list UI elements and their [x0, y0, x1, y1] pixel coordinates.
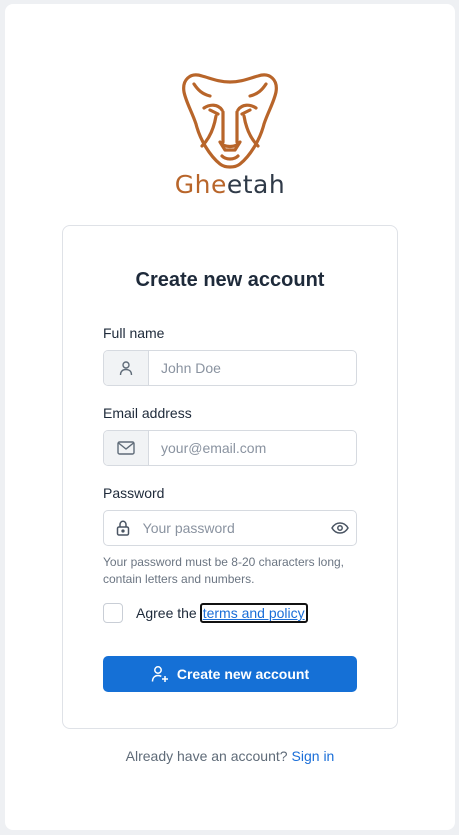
eye-icon[interactable] [330, 522, 349, 534]
user-icon [119, 361, 133, 376]
terms-checkbox[interactable] [103, 603, 123, 623]
page: Gheetah Create new account Full name Ema… [5, 4, 455, 830]
password-visibility-toggle[interactable] [324, 522, 356, 534]
agree-text: Agree the [136, 605, 197, 621]
full-name-field [103, 350, 357, 386]
lock-icon [117, 520, 130, 536]
full-name-addon [104, 351, 149, 385]
email-input[interactable] [149, 431, 356, 465]
sign-in-link[interactable]: Sign in [292, 748, 335, 764]
signin-prompt: Already have an account? Sign in [5, 748, 455, 764]
brand-name-rest: etah [226, 170, 286, 199]
email-addon [104, 431, 149, 465]
password-input[interactable] [134, 511, 324, 545]
envelope-icon [117, 441, 135, 455]
form-title: Create new account [135, 269, 325, 291]
terms-link[interactable]: terms and policy [199, 603, 308, 623]
full-name-label: Full name [103, 325, 165, 341]
password-field [103, 510, 357, 546]
signup-card: Create new account Full name Email addre… [62, 225, 398, 729]
full-name-input[interactable] [149, 351, 356, 385]
brand-name: Gheetah [5, 170, 455, 200]
email-label: Email address [103, 405, 192, 421]
password-lock-wrap [104, 520, 135, 536]
user-plus-icon [151, 666, 168, 682]
password-hint: Your password must be 8-20 characters lo… [103, 555, 345, 586]
agree-row: Agree the terms and policy [103, 603, 308, 623]
brand-name-highlight: Ghe [174, 170, 227, 199]
create-account-button-label: Create new account [176, 666, 310, 682]
cheetah-logo-icon [182, 73, 278, 169]
password-label: Password [103, 485, 165, 501]
create-account-button[interactable]: Create new account [103, 656, 357, 692]
email-field [103, 430, 357, 466]
signin-prompt-text: Already have an account? [125, 748, 288, 764]
brand-logo: Gheetah [5, 68, 455, 200]
